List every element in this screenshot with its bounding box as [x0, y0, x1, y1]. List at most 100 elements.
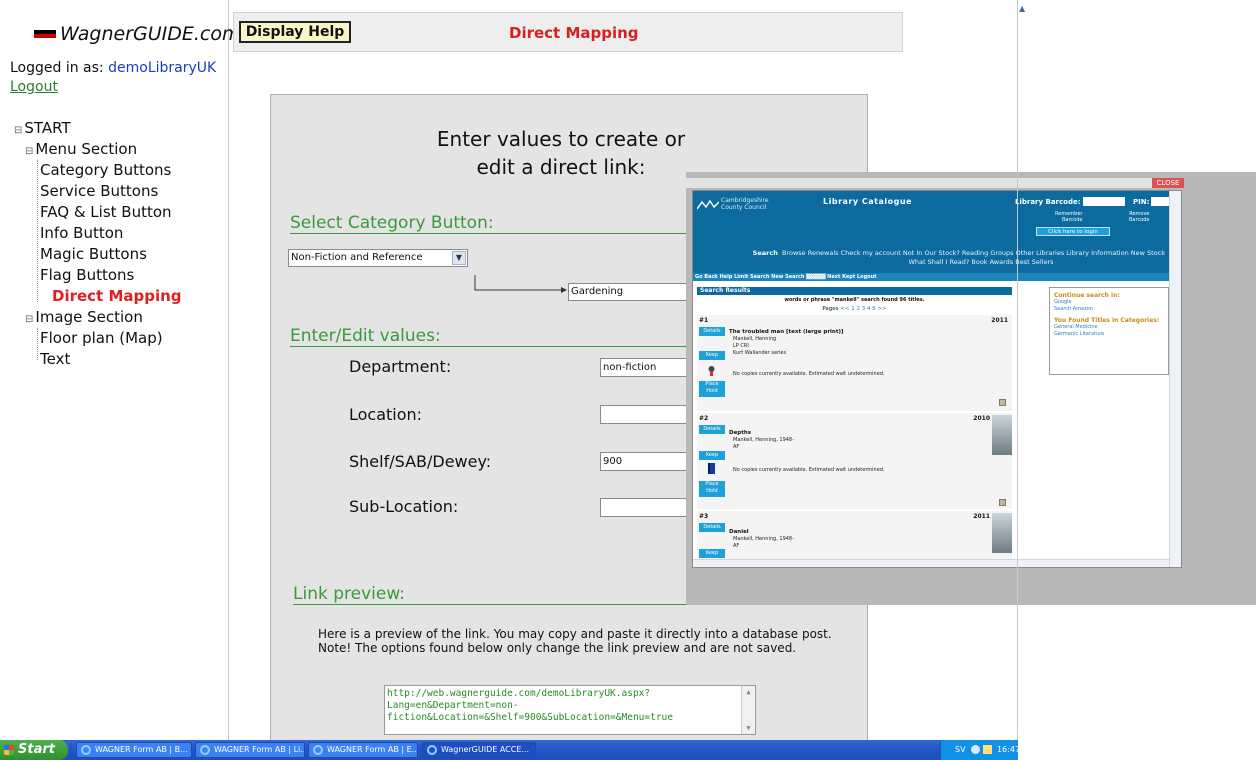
results-count: words or phrase "mankell" search found 9… — [784, 297, 925, 303]
taskbar-item-active[interactable]: WagnerGUIDE ACCE... — [422, 742, 536, 758]
note-icon[interactable] — [999, 399, 1006, 406]
language-indicator[interactable]: SV — [955, 740, 966, 760]
select-category-heading: Select Category Button: — [290, 213, 494, 233]
category-link[interactable]: Germanic Literature — [1054, 331, 1164, 338]
continue-search-heading: Continue search in: — [1054, 292, 1120, 299]
browser-icon — [427, 745, 437, 755]
tree-item-service-buttons[interactable]: Service Buttons — [40, 181, 158, 201]
taskbar-item-label: WAGNER Form AB | B... — [95, 745, 188, 754]
start-label: Start — [18, 742, 55, 757]
subcategory-select[interactable]: Gardening — [568, 283, 690, 301]
keep-button[interactable]: Keep — [699, 549, 725, 558]
council-logo-icon — [697, 199, 719, 210]
taskbar-item[interactable]: WAGNER Form AB | E... — [308, 742, 418, 758]
book-cover-image[interactable] — [992, 415, 1012, 455]
amazon-link[interactable]: Search Amazon — [1054, 306, 1164, 313]
details-button[interactable]: Details — [699, 523, 725, 532]
result-year: 2011 — [973, 513, 990, 520]
collapse-icon[interactable]: ⊟ — [14, 125, 22, 136]
volume-icon[interactable] — [983, 745, 992, 754]
council-line-2: County Council — [721, 204, 767, 211]
logged-in-text: Logged in as: demoLibraryUK — [10, 60, 216, 76]
category-link[interactable]: General Medicine — [1054, 324, 1164, 331]
catalogue-nav-2[interactable]: What Shall I Read? Book Awards Best Sell… — [693, 258, 1169, 267]
tree-menu-section[interactable]: ⊟ Menu Section — [25, 139, 137, 162]
link-preview-textarea[interactable]: http://web.wagnerguide.com/demoLibraryUK… — [384, 685, 756, 735]
remove-barcode-checkbox[interactable]: Remove Barcode — [1129, 211, 1150, 223]
result-item: #1 2011 Details The troubled man [text (… — [697, 315, 1012, 411]
tree-item-floor-plan[interactable]: Floor plan (Map) — [40, 328, 163, 348]
horizontal-scrollbar[interactable] — [693, 559, 1169, 567]
pagination: Pages << 1 2 3 4 5 >> — [697, 306, 1012, 312]
catalogue-subnav[interactable]: Go Back Help Limit Search New Search ▓▓▓… — [693, 273, 1169, 281]
catalogue-nav: Search Browse Renewals Check my account … — [693, 249, 1169, 258]
tree-connector — [37, 328, 38, 360]
book-cover-image[interactable] — [992, 513, 1012, 553]
textarea-scrollbar[interactable]: ▲ ▼ — [741, 686, 755, 734]
catalogue-title: Library Catalogue — [823, 197, 912, 206]
note-icon[interactable] — [999, 499, 1006, 506]
remember-barcode-checkbox[interactable]: Remember Barcode — [1055, 211, 1082, 223]
chevron-down-icon[interactable]: ▼ — [452, 251, 466, 265]
place-hold-button[interactable]: Place Hold — [699, 481, 725, 497]
book-icon — [708, 463, 715, 474]
details-button[interactable]: Details — [699, 327, 725, 336]
result-number: #2 — [699, 415, 709, 422]
tree-item-faq-list-button[interactable]: FAQ & List Button — [40, 202, 172, 222]
details-button[interactable]: Details — [699, 425, 725, 434]
place-hold-button[interactable]: Place Hold — [699, 381, 725, 397]
shelf-label: Shelf/SAB/Dewey: — [349, 452, 492, 471]
display-help-button[interactable]: Display Help — [239, 21, 351, 43]
taskbar-item[interactable]: WAGNER Form AB | B... — [76, 742, 192, 758]
result-author: Mankell, Henning, 1948- — [733, 536, 794, 542]
google-link[interactable]: Google — [1054, 299, 1164, 306]
logout-link[interactable]: Logout — [10, 79, 58, 95]
taskbar-item[interactable]: WAGNER Form AB | Li... — [195, 742, 305, 758]
result-series: Kurt Wallander series — [733, 350, 787, 356]
barcode-input[interactable] — [1083, 197, 1125, 206]
collapse-icon[interactable]: ⊟ — [25, 314, 33, 325]
clock: 16:47 — [997, 745, 1021, 754]
tree-image-section[interactable]: ⊟ Image Section — [25, 307, 143, 330]
login-button[interactable]: Click here to login — [1036, 227, 1110, 236]
collapse-icon[interactable]: ⊟ — [25, 146, 33, 157]
result-title[interactable]: Depths — [729, 430, 751, 436]
start-button[interactable]: Start — [0, 740, 68, 760]
tree-item-text[interactable]: Text — [40, 349, 70, 369]
tree-item-category-buttons[interactable]: Category Buttons — [40, 160, 171, 180]
connector-arrow-icon — [474, 275, 567, 293]
catalogue-header: Cambridgeshire County Council Library Cat… — [693, 191, 1169, 273]
results-heading: Search Results — [697, 287, 1012, 295]
browser-icon — [313, 745, 323, 755]
network-icon[interactable] — [971, 745, 980, 754]
nav-search[interactable]: Search — [753, 249, 778, 257]
taskbar-item-label: WagnerGUIDE ACCE... — [441, 745, 530, 754]
section-divider — [293, 604, 693, 605]
keep-button[interactable]: Keep — [699, 351, 725, 360]
found-categories-heading: You Found Titles in Categories: — [1054, 317, 1160, 324]
tree-item-magic-buttons[interactable]: Magic Buttons — [40, 244, 147, 264]
tree-item-flag-buttons[interactable]: Flag Buttons — [40, 265, 134, 285]
tree-connector — [37, 160, 38, 302]
tree-item-direct-mapping[interactable]: Direct Mapping — [52, 286, 182, 306]
scroll-up-icon[interactable]: ▲ — [1019, 4, 1029, 14]
page-links[interactable]: << 1 2 3 4 5 >> — [840, 306, 886, 312]
vertical-scrollbar[interactable] — [1169, 191, 1181, 567]
header-bar: Display Help Direct Mapping — [233, 12, 903, 52]
tree-image-section-label: Image Section — [35, 308, 143, 326]
category-select[interactable]: Non-Fiction and Reference ▼ — [288, 249, 468, 267]
tree-item-info-button[interactable]: Info Button — [40, 223, 123, 243]
overlay-close-button[interactable]: CLOSE — [1152, 178, 1184, 188]
result-number: #3 — [699, 513, 709, 520]
result-shelf: AF — [733, 444, 740, 450]
category-select-value: Non-Fiction and Reference — [291, 252, 423, 263]
username: demoLibraryUK — [108, 60, 217, 76]
council-line-1: Cambridgeshire — [721, 197, 769, 204]
tree-root[interactable]: ⊟ START — [14, 118, 71, 141]
result-shelf: LP CRI — [733, 343, 749, 349]
result-title[interactable]: Daniel — [729, 529, 749, 535]
pin-input[interactable] — [1151, 197, 1169, 206]
keep-button[interactable]: Keep — [699, 451, 725, 460]
nav-links[interactable]: Browse Renewals Check my account Not In … — [782, 249, 1165, 257]
result-title[interactable]: The troubled man [text (large print)] — [729, 329, 844, 335]
